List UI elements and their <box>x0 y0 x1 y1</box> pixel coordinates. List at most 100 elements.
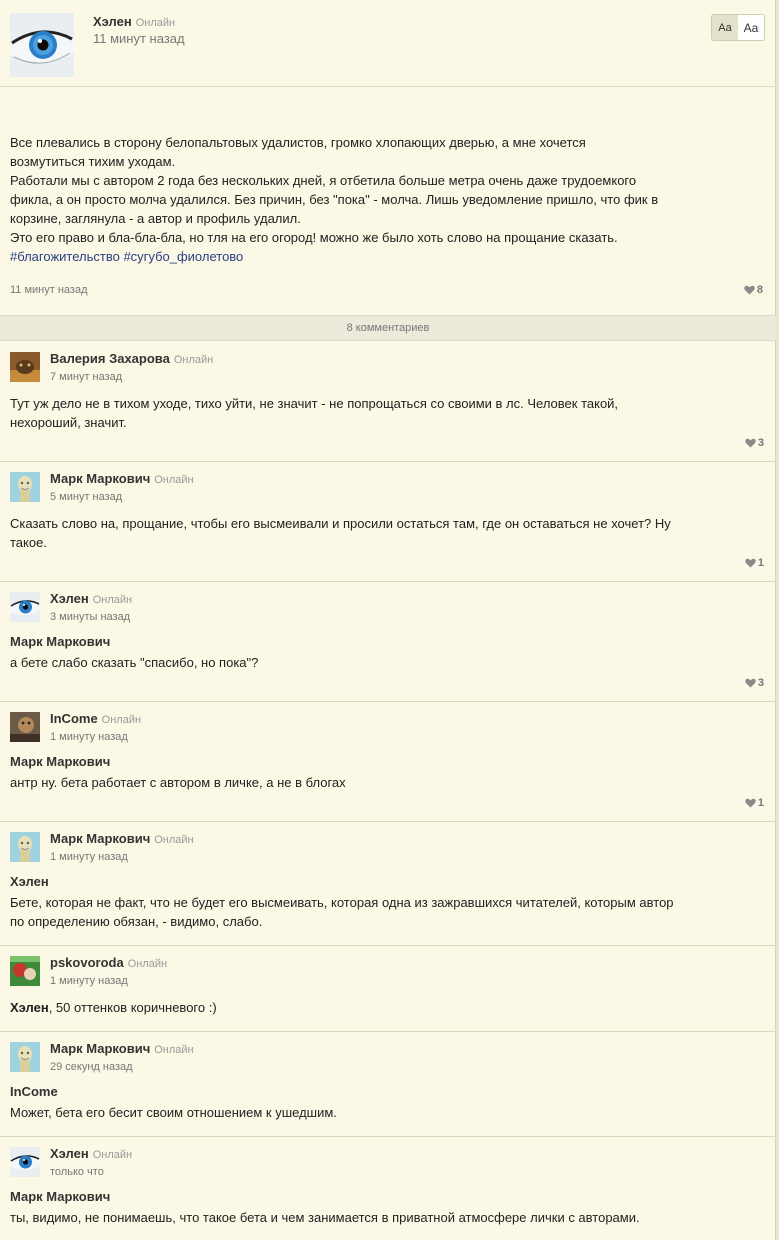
comment-item: Марк Маркович Онлайн 1 минуту назад Хэлен Бе… <box>0 822 776 946</box>
like-count: 1 <box>757 797 764 809</box>
comment-line: ты, видимо, не понимаешь, что такое бета… <box>10 1210 640 1225</box>
post-line: возмутиться тихим уходам. <box>10 154 176 169</box>
commenter-avatar[interactable] <box>10 1042 40 1072</box>
heart-icon <box>745 558 756 568</box>
online-status: Онлайн <box>92 594 133 606</box>
post-footer-time: 11 минут назад <box>10 284 88 296</box>
commenter-name[interactable]: Марк Маркович Онлайн <box>50 471 194 486</box>
comment-line: Сказать слово на, прощание, чтобы его вы… <box>10 516 671 531</box>
post-header: Хэлен Онлайн 11 минут назад Aa Aa <box>0 0 776 87</box>
comment-timestamp: 5 минут назад <box>50 491 123 503</box>
reply-to-name[interactable]: Хэлен <box>10 1000 49 1015</box>
heart-icon <box>745 798 756 808</box>
online-status: Онлайн <box>154 1044 194 1056</box>
commenter-name[interactable]: Хэлен Онлайн <box>50 591 132 606</box>
comment-timestamp: 7 минут назад <box>50 371 123 383</box>
reply-to-name[interactable]: InCome <box>10 1084 58 1099</box>
comment-text: а бете слабо сказать "спасибо, но пока"? <box>10 653 765 672</box>
eye-avatar-image <box>10 13 74 77</box>
comment-timestamp: 1 минуту назад <box>50 851 128 863</box>
online-status: Онлайн <box>173 354 214 366</box>
tag-link[interactable]: #сугубо_фиолетово <box>123 249 243 264</box>
post-like-button[interactable]: 8 <box>744 284 763 296</box>
heart-icon <box>745 678 756 688</box>
comment-text: Может, бета его бесит своим отношением к… <box>10 1103 765 1122</box>
font-large-button[interactable]: Aa <box>738 15 764 40</box>
post-author[interactable]: Хэлен Онлайн <box>93 14 175 29</box>
comments-count-bar[interactable]: 8 комментариев <box>0 315 776 341</box>
comment-text: Тут уж дело не в тихом уходе, тихо уйти,… <box>10 394 765 432</box>
post-line: Это его право и бла-бла-бла, но тля на е… <box>10 230 618 245</box>
comment-timestamp: 1 минуту назад <box>50 975 128 987</box>
commenter-avatar[interactable] <box>10 352 40 382</box>
comment-like-button[interactable]: 3 <box>745 437 764 449</box>
post-line: Работали мы с автором 2 года без несколь… <box>10 173 637 188</box>
post-line: корзине, заглянула - а автор и профиль у… <box>10 211 301 226</box>
post-body: Все плевались в сторону белопальтовых уд… <box>10 133 765 266</box>
commenter-name[interactable]: Валерия Захарова Онлайн <box>50 351 213 366</box>
heart-icon <box>745 438 756 448</box>
reply-to-name[interactable]: Марк Маркович <box>10 634 110 649</box>
online-status: Онлайн <box>135 17 176 29</box>
commenter-avatar[interactable] <box>10 956 40 986</box>
reply-to-name[interactable]: Марк Маркович <box>10 1189 110 1204</box>
comment-line: по определению обязан, - видимо, слабо. <box>10 914 263 929</box>
online-status: Онлайн <box>154 474 194 486</box>
comment-text: Бете, которая не факт, что не будет его … <box>10 893 765 931</box>
comment-text: ты, видимо, не понимаешь, что такое бета… <box>10 1208 765 1227</box>
commenter-name[interactable]: pskovoroda Онлайн <box>50 955 167 970</box>
post-line: Все плевались в сторону белопальтовых уд… <box>10 135 586 150</box>
like-count: 1 <box>757 557 764 569</box>
comment-like-button[interactable]: 1 <box>745 557 764 569</box>
like-count: 3 <box>757 437 764 449</box>
comment-line: Бете, которая не факт, что не будет его … <box>10 895 674 910</box>
commenter-avatar[interactable] <box>10 832 40 862</box>
online-status: Онлайн <box>92 1149 133 1161</box>
like-count: 3 <box>757 677 764 689</box>
online-status: Онлайн <box>127 958 168 970</box>
comment-item: Хэлен Онлайн только что Марк Маркович ты, ви… <box>0 1137 776 1240</box>
commenter-avatar[interactable] <box>10 472 40 502</box>
commenter-avatar[interactable] <box>10 712 40 742</box>
comment-timestamp: только что <box>50 1166 104 1178</box>
commenter-name[interactable]: Марк Маркович Онлайн <box>50 1041 194 1056</box>
comment-item: pskovoroda Онлайн 1 минуту назад Хэлен, 50 … <box>0 946 776 1032</box>
heart-icon <box>744 285 755 295</box>
comment-item: Валерия Захарова Онлайн 7 минут назад Тут у… <box>0 342 776 462</box>
blog-post-page: Хэлен Онлайн 11 минут назад Aa Aa Все пле… <box>0 0 776 1240</box>
online-status: Онлайн <box>101 714 142 726</box>
comment-line: а бете слабо сказать "спасибо, но пока"? <box>10 655 259 670</box>
reply-to-name[interactable]: Марк Маркович <box>10 754 110 769</box>
commenter-name[interactable]: Марк Маркович Онлайн <box>50 831 194 846</box>
comment-line: такое. <box>10 535 47 550</box>
comment-text: антр ну. бета работает с автором в личке… <box>10 773 765 792</box>
commenter-name[interactable]: Хэлен Онлайн <box>50 1146 132 1161</box>
comment-text: Хэлен, 50 оттенков коричневого :) <box>10 1000 217 1015</box>
post-tags: #благожительство #сугубо_фиолетово <box>10 247 765 266</box>
comment-timestamp: 1 минуту назад <box>50 731 128 743</box>
comment-line: Может, бета его бесит своим отношением к… <box>10 1105 337 1120</box>
font-size-switch: Aa Aa <box>711 14 765 41</box>
commenter-avatar[interactable] <box>10 592 40 622</box>
post-line: фикла, а он просто молча удалился. Без п… <box>10 192 659 207</box>
comment-item: Марк Маркович Онлайн 29 секунд назад InCome… <box>0 1032 776 1137</box>
font-small-button[interactable]: Aa <box>712 15 738 40</box>
comment-line: антр ну. бета работает с автором в личке… <box>10 775 346 790</box>
online-status: Онлайн <box>154 834 194 846</box>
comment-item: Хэлен Онлайн 3 минуты назад Марк Маркович а … <box>0 582 776 702</box>
comment-like-button[interactable]: 1 <box>745 797 764 809</box>
commenter-name[interactable]: InCome Онлайн <box>50 711 141 726</box>
commenter-avatar[interactable] <box>10 1147 40 1177</box>
comment-like-button[interactable]: 3 <box>745 677 764 689</box>
tag-link[interactable]: #благожительство <box>10 249 120 264</box>
author-avatar[interactable] <box>10 13 74 77</box>
comment-text: Сказать слово на, прощание, чтобы его вы… <box>10 514 765 552</box>
comment-line: Тут уж дело не в тихом уходе, тихо уйти,… <box>10 396 619 411</box>
reply-to-name[interactable]: Хэлен <box>10 874 49 889</box>
comment-timestamp: 3 минуты назад <box>50 611 131 623</box>
comment-item: Марк Маркович Онлайн 5 минут назад Сказать … <box>0 462 776 582</box>
comment-line: нехороший, значит. <box>10 415 127 430</box>
like-count: 8 <box>756 284 763 296</box>
post-timestamp: 11 минут назад <box>93 31 185 46</box>
comment-item: InCome Онлайн 1 минуту назад Марк Маркович а… <box>0 702 776 822</box>
